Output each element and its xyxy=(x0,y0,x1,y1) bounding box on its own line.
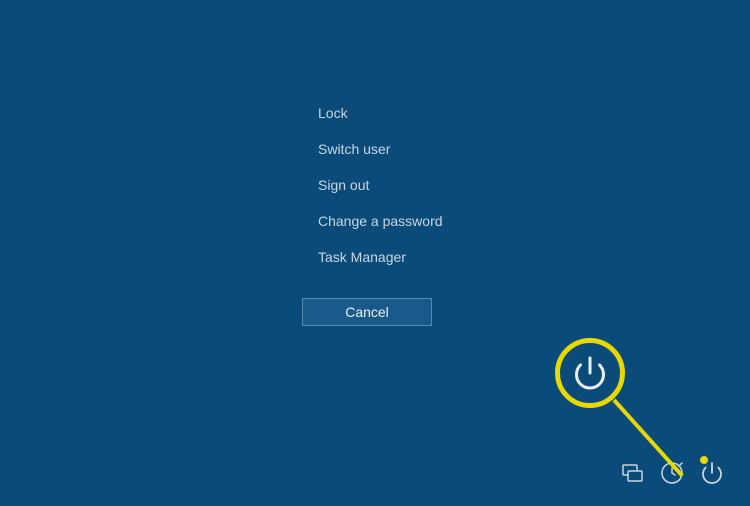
annotation-connector-dot xyxy=(700,456,708,464)
network-icon[interactable] xyxy=(619,460,645,486)
power-icon-enlarged xyxy=(572,355,608,391)
security-options-menu: Lock Switch user Sign out Change a passw… xyxy=(318,95,443,275)
menu-item-change-password[interactable]: Change a password xyxy=(318,203,443,239)
annotation-highlight-circle xyxy=(555,338,625,408)
menu-item-lock[interactable]: Lock xyxy=(318,95,443,131)
cancel-button[interactable]: Cancel xyxy=(302,298,432,326)
menu-item-switch-user[interactable]: Switch user xyxy=(318,131,443,167)
menu-item-sign-out[interactable]: Sign out xyxy=(318,167,443,203)
menu-item-task-manager[interactable]: Task Manager xyxy=(318,239,443,275)
